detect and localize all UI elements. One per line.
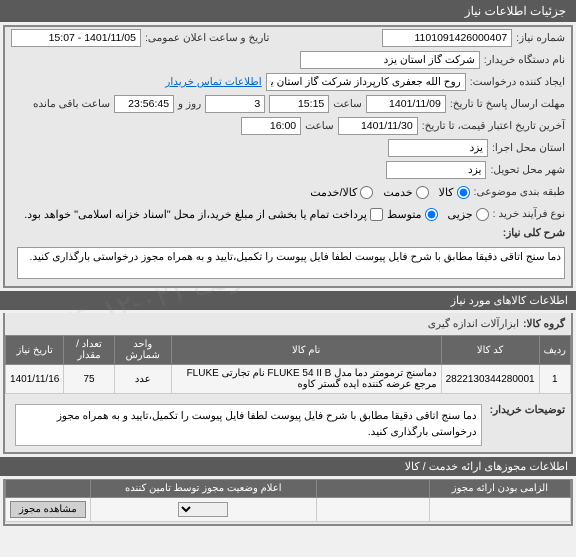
permit-cell-1 <box>429 497 570 521</box>
buyer-input[interactable] <box>300 51 480 69</box>
subject-cat-label: طبقه بندی موضوعی: <box>474 186 565 198</box>
desc-textarea[interactable]: دما سنج اتاقی دقیقا مطابق با شرح فایل پی… <box>17 247 565 279</box>
contact-link[interactable]: اطلاعات تماس خریدار <box>165 76 261 88</box>
permit-row: مشاهده مجوز <box>6 497 571 521</box>
goods-table: ردیف کد کالا نام کالا واحد شمارش تعداد /… <box>5 335 571 394</box>
page-header: جزئیات اطلاعات نیاز <box>0 0 576 22</box>
radio-goods[interactable]: کالا <box>439 186 470 199</box>
th-date: تاریخ نیاز <box>6 336 64 365</box>
cell-name: دماسنج ترمومتر دما مدل FLUKE 54 II B نام… <box>171 365 441 394</box>
th-unit: واحد شمارش <box>114 336 171 365</box>
permits-section-header: اطلاعات مجوزهای ارائه خدمت / کالا <box>0 457 576 476</box>
permit-cell-4: مشاهده مجوز <box>6 497 91 521</box>
deadline-date-input[interactable] <box>366 95 446 113</box>
announce-label: تاریخ و ساعت اعلان عمومی: <box>145 32 269 44</box>
pth-1: الزامی بودن ارائه مجوز <box>429 479 570 497</box>
deadline-hour-input[interactable] <box>269 95 329 113</box>
days-input[interactable] <box>205 95 265 113</box>
radio-service[interactable]: خدمت <box>383 186 428 199</box>
exec-prov-input[interactable] <box>388 139 488 157</box>
deliv-city-input[interactable] <box>386 161 486 179</box>
creator-input[interactable] <box>266 73 466 91</box>
buyer-label: نام دستگاه خریدار: <box>484 54 565 66</box>
need-no-input[interactable] <box>382 29 512 47</box>
buyer-note-box: دما سنج اتاقی دقیقا مطابق با شرح فایل پی… <box>15 404 482 446</box>
permits-section: الزامی بودن ارائه مجوز اعلام وضعیت مجوز … <box>3 479 573 526</box>
th-code: کد کالا <box>441 336 539 365</box>
validity-hour-input[interactable] <box>241 117 301 135</box>
permit-cell-3 <box>90 497 316 521</box>
validity-date-input[interactable] <box>338 117 418 135</box>
th-qty: تعداد / مقدار <box>64 336 114 365</box>
remain-label: ساعت باقی مانده <box>33 98 110 110</box>
pth-2 <box>316 479 429 497</box>
cell-date: 1401/11/16 <box>6 365 64 394</box>
page-title: جزئیات اطلاعات نیاز <box>465 4 566 18</box>
hour-label-2: ساعت <box>305 120 334 132</box>
hour-label-1: ساعت <box>333 98 362 110</box>
radio-medium[interactable]: متوسط <box>387 208 438 221</box>
table-row: 1 2822130344280001 دماسنج ترمومتر دما مد… <box>6 365 571 394</box>
group-value: ابزارآلات اندازه گیری <box>428 318 519 330</box>
permit-cell-2 <box>316 497 429 521</box>
purchase-type-label: نوع فرآیند خرید : <box>493 208 565 220</box>
pth-3: اعلام وضعیت مجوز توسط تامین کننده <box>90 479 316 497</box>
pth-4 <box>6 479 91 497</box>
payment-checkbox[interactable]: پرداخت تمام یا بخشی از مبلغ خرید،از محل … <box>24 208 383 221</box>
cell-qty: 75 <box>64 365 114 394</box>
deadline-label: مهلت ارسال پاسخ تا تاریخ: <box>450 98 565 110</box>
goods-section: گروه کالا: ابزارآلات اندازه گیری ردیف کد… <box>3 313 573 454</box>
cell-code: 2822130344280001 <box>441 365 539 394</box>
need-no-label: شماره نیاز: <box>516 32 565 44</box>
th-idx: ردیف <box>539 336 570 365</box>
th-name: نام کالا <box>171 336 441 365</box>
exec-prov-label: استان محل اجرا: <box>492 142 565 154</box>
view-permit-button[interactable]: مشاهده مجوز <box>10 501 86 518</box>
cell-unit: عدد <box>114 365 171 394</box>
announce-input[interactable] <box>11 29 141 47</box>
permits-table: الزامی بودن ارائه مجوز اعلام وضعیت مجوز … <box>5 479 571 522</box>
cell-idx: 1 <box>539 365 570 394</box>
remain-input[interactable] <box>114 95 174 113</box>
day-label: روز و <box>178 98 201 110</box>
main-info-section: شماره نیاز: تاریخ و ساعت اعلان عمومی: نا… <box>3 25 573 288</box>
buyer-note-label: توضیحات خریدار: <box>490 400 565 416</box>
radio-goods-service[interactable]: کالا/خدمت <box>310 186 373 199</box>
validity-label: آخرین تاریخ اعتبار قیمت، تا تاریخ: <box>422 120 565 132</box>
group-label: گروه کالا: <box>523 318 565 330</box>
permit-status-select[interactable] <box>178 502 228 517</box>
purchase-radio-group: جزیی متوسط <box>387 208 489 221</box>
deliv-city-label: شهر محل تحویل: <box>490 164 565 176</box>
goods-section-header: اطلاعات کالاهای مورد نیاز <box>0 291 576 310</box>
subject-radio-group: کالا خدمت کالا/خدمت <box>310 186 469 199</box>
creator-label: ایجاد کننده درخواست: <box>470 76 565 88</box>
desc-label: شرح کلی نیاز: <box>503 227 565 239</box>
radio-small[interactable]: جزیی <box>448 208 489 221</box>
